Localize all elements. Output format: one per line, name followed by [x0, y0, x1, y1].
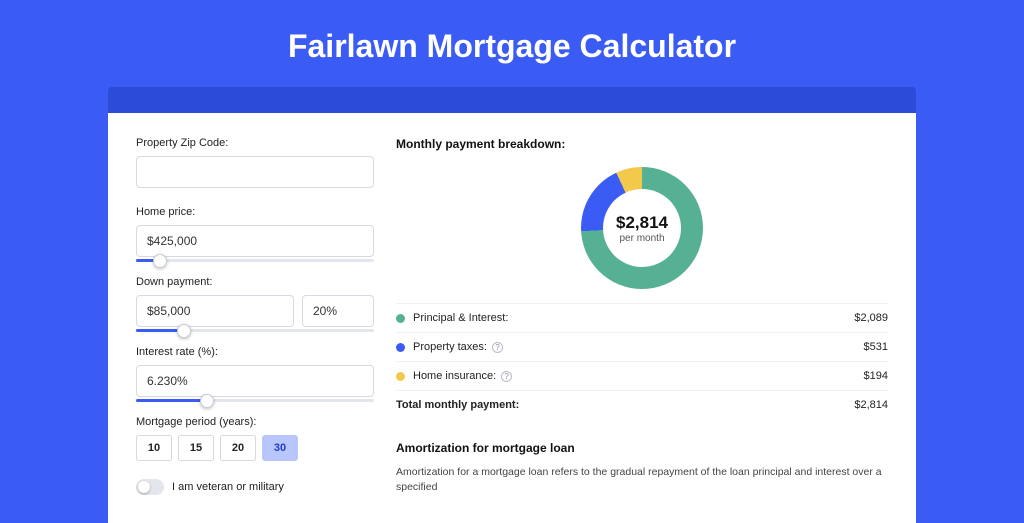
period-btn-20[interactable]: 20 [220, 435, 256, 461]
period-btn-30[interactable]: 30 [262, 435, 298, 461]
price-slider-thumb[interactable] [153, 254, 167, 268]
amort-body: Amortization for a mortgage loan refers … [396, 465, 888, 495]
down-pct-input[interactable] [302, 295, 374, 327]
veteran-label: I am veteran or military [172, 481, 284, 493]
inputs-column: Property Zip Code: Home price: Down paym… [136, 137, 374, 523]
rate-field: Interest rate (%): [136, 346, 374, 402]
breakdown-row: Principal & Interest:$2,089 [396, 303, 888, 332]
period-btn-15[interactable]: 15 [178, 435, 214, 461]
breakdown-label: Home insurance:? [413, 370, 864, 382]
info-icon[interactable]: ? [492, 342, 503, 353]
down-slider[interactable] [136, 329, 374, 332]
total-label: Total monthly payment: [396, 399, 854, 411]
down-slider-thumb[interactable] [177, 324, 191, 338]
down-field: Down payment: [136, 276, 374, 332]
down-label: Down payment: [136, 276, 374, 288]
zip-field: Property Zip Code: [136, 137, 374, 192]
breakdown-label: Property taxes:? [413, 341, 864, 353]
price-slider[interactable] [136, 259, 374, 262]
veteran-row: I am veteran or military [136, 479, 374, 495]
rate-label: Interest rate (%): [136, 346, 374, 358]
period-label: Mortgage period (years): [136, 416, 374, 428]
breakdown-value: $194 [864, 370, 888, 382]
header-band [108, 87, 916, 113]
page-title: Fairlawn Mortgage Calculator [0, 0, 1024, 87]
breakdown-rows: Principal & Interest:$2,089Property taxe… [396, 303, 888, 390]
breakdown-value: $531 [864, 341, 888, 353]
info-icon[interactable]: ? [501, 371, 512, 382]
period-field: Mortgage period (years): 10152030 [136, 416, 374, 461]
breakdown-row: Property taxes:?$531 [396, 332, 888, 361]
breakdown-total-row: Total monthly payment: $2,814 [396, 390, 888, 419]
veteran-toggle[interactable] [136, 479, 164, 495]
breakdown-column: Monthly payment breakdown: $2,814 per mo… [396, 137, 888, 523]
donut-chart: $2,814 per month [581, 167, 703, 289]
breakdown-value: $2,089 [854, 312, 888, 324]
rate-slider[interactable] [136, 399, 374, 402]
down-amount-input[interactable] [136, 295, 294, 327]
breakdown-row: Home insurance:?$194 [396, 361, 888, 390]
donut-sub: per month [619, 233, 664, 244]
period-options: 10152030 [136, 435, 374, 461]
legend-dot [396, 343, 405, 352]
breakdown-label: Principal & Interest: [413, 312, 854, 324]
amort-heading: Amortization for mortgage loan [396, 441, 888, 455]
zip-input[interactable] [136, 156, 374, 188]
legend-dot [396, 314, 405, 323]
donut-value: $2,814 [616, 213, 668, 233]
rate-input[interactable] [136, 365, 374, 397]
breakdown-heading: Monthly payment breakdown: [396, 137, 888, 151]
price-field: Home price: [136, 206, 374, 262]
price-label: Home price: [136, 206, 374, 218]
price-input[interactable] [136, 225, 374, 257]
legend-dot [396, 372, 405, 381]
zip-label: Property Zip Code: [136, 137, 374, 149]
rate-slider-thumb[interactable] [200, 394, 214, 408]
donut-center: $2,814 per month [603, 189, 681, 267]
total-value: $2,814 [854, 399, 888, 411]
calculator-card: Property Zip Code: Home price: Down paym… [108, 113, 916, 523]
period-btn-10[interactable]: 10 [136, 435, 172, 461]
donut-chart-wrap: $2,814 per month [396, 163, 888, 303]
